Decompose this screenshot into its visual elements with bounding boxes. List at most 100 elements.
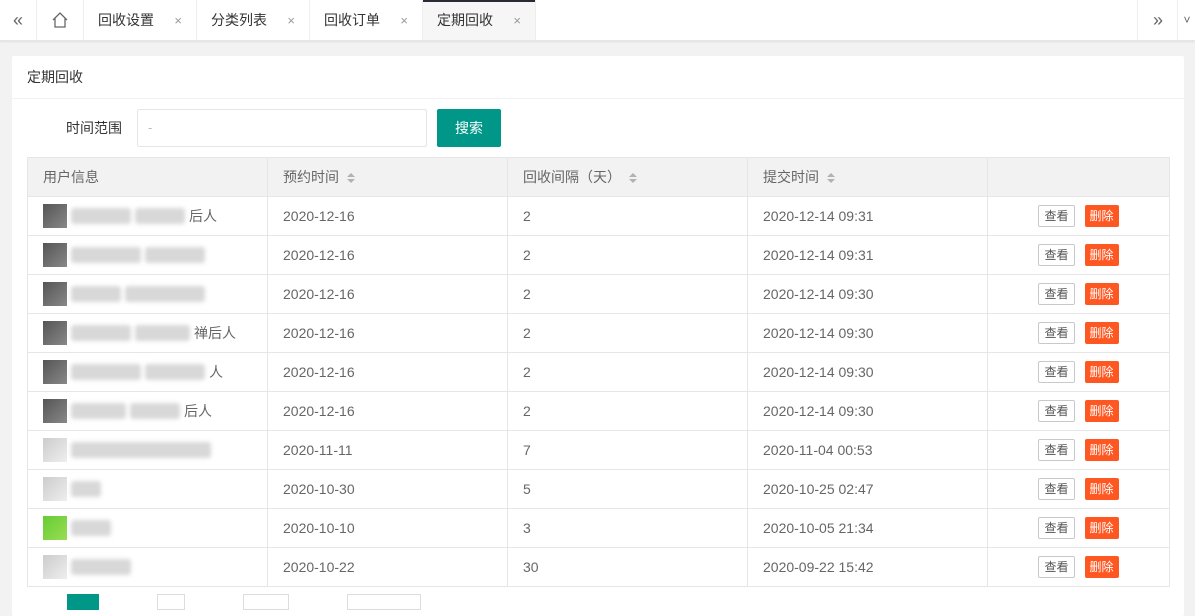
data-table: 用户信息 预约时间 回收间隔（天） 提交时间 后人 2020-12-16 2 2020…	[27, 157, 1170, 587]
user-info: 后人	[43, 204, 252, 228]
user-info-cell: 人	[27, 352, 268, 392]
delete-button[interactable]: 删除	[1084, 517, 1119, 539]
col-interval[interactable]: 回收间隔（天）	[507, 157, 748, 197]
interval-cell: 2	[507, 313, 748, 353]
booking-time-cell: 2020-11-11	[267, 430, 508, 470]
redacted-text	[145, 364, 205, 380]
header-label: 回收间隔（天）	[523, 169, 621, 185]
delete-button[interactable]: 删除	[1084, 322, 1119, 344]
view-button[interactable]: 查看	[1038, 400, 1075, 422]
sort-icon[interactable]	[827, 173, 835, 184]
delete-button[interactable]: 删除	[1084, 283, 1119, 305]
submit-time-cell: 2020-12-14 09:30	[747, 313, 988, 353]
home-icon[interactable]	[37, 0, 84, 40]
submit-time-cell: 2020-12-14 09:31	[747, 235, 988, 275]
redacted-text	[135, 208, 185, 224]
actions-cell: 查看 删除	[987, 196, 1170, 236]
close-icon[interactable]: ×	[400, 13, 408, 28]
double-chevron-left-icon[interactable]: «	[0, 0, 37, 40]
user-info: 禅后人	[43, 321, 252, 345]
submit-time-cell: 2020-10-25 02:47	[747, 469, 988, 509]
card-title: 定期回收	[12, 56, 1184, 99]
actions-cell: 查看 删除	[987, 274, 1170, 314]
interval-cell: 3	[507, 508, 748, 548]
user-info: 人	[43, 360, 252, 384]
tab-label: 回收订单	[324, 12, 380, 28]
view-button[interactable]: 查看	[1038, 361, 1075, 383]
interval-cell: 2	[507, 391, 748, 431]
sort-icon[interactable]	[629, 173, 637, 184]
redacted-text	[125, 286, 205, 302]
avatar	[43, 516, 67, 540]
search-button[interactable]: 搜索	[437, 109, 501, 147]
actions-cell: 查看 删除	[987, 430, 1170, 470]
view-button[interactable]: 查看	[1038, 322, 1075, 344]
col-submit-time[interactable]: 提交时间	[747, 157, 988, 197]
actions-cell: 查看 删除	[987, 235, 1170, 275]
sort-icon[interactable]	[347, 173, 355, 184]
booking-time-cell: 2020-12-16	[267, 391, 508, 431]
tab-label: 分类列表	[211, 12, 267, 28]
tab-recycle-orders[interactable]: 回收订单 ×	[310, 0, 423, 40]
view-button[interactable]: 查看	[1038, 478, 1075, 500]
view-button[interactable]: 查看	[1038, 205, 1075, 227]
delete-button[interactable]: 删除	[1084, 439, 1119, 461]
tab-recycle-settings[interactable]: 回收设置 ×	[84, 0, 197, 40]
submit-time-cell: 2020-12-14 09:30	[747, 352, 988, 392]
view-button[interactable]: 查看	[1038, 283, 1075, 305]
redacted-text	[71, 520, 111, 536]
interval-cell: 2	[507, 235, 748, 275]
user-name: 后人	[184, 403, 212, 419]
col-booking-time[interactable]: 预约时间	[267, 157, 508, 197]
submit-time-cell: 2020-12-14 09:30	[747, 391, 988, 431]
submit-time-cell: 2020-12-14 09:30	[747, 274, 988, 314]
delete-button[interactable]: 删除	[1084, 478, 1119, 500]
close-icon[interactable]: ×	[287, 13, 295, 28]
interval-cell: 2	[507, 196, 748, 236]
table-row: 后人 2020-12-16 2 2020-12-14 09:31 查看 删除	[27, 196, 1170, 236]
page-item[interactable]	[243, 594, 289, 610]
table-row: 2020-10-30 5 2020-10-25 02:47 查看 删除	[27, 469, 1170, 509]
col-user-info: 用户信息	[27, 157, 268, 197]
tab-category-list[interactable]: 分类列表 ×	[197, 0, 310, 40]
delete-button[interactable]: 删除	[1084, 400, 1119, 422]
submit-time-cell: 2020-10-05 21:34	[747, 508, 988, 548]
view-button[interactable]: 查看	[1038, 517, 1075, 539]
user-info	[43, 243, 252, 267]
delete-button[interactable]: 删除	[1084, 205, 1119, 227]
interval-cell: 2	[507, 274, 748, 314]
user-info-cell: 后人	[27, 196, 268, 236]
actions-cell: 查看 删除	[987, 469, 1170, 509]
actions-cell: 查看 删除	[987, 313, 1170, 353]
page-item[interactable]	[347, 594, 421, 610]
chevron-down-icon[interactable]: ˅	[1177, 0, 1195, 40]
delete-button[interactable]: 删除	[1084, 244, 1119, 266]
table-row: 2020-11-11 7 2020-11-04 00:53 查看 删除	[27, 430, 1170, 470]
close-icon[interactable]: ×	[513, 13, 521, 28]
content-card: 定期回收 时间范围 - 搜索 用户信息 预约时间 回收间隔（天） 提交时间 后人…	[12, 56, 1184, 616]
view-button[interactable]: 查看	[1038, 556, 1075, 578]
user-name: 人	[209, 364, 223, 380]
view-button[interactable]: 查看	[1038, 244, 1075, 266]
delete-button[interactable]: 删除	[1084, 556, 1119, 578]
tab-scheduled-recycle[interactable]: 定期回收 ×	[423, 0, 536, 40]
redacted-text	[71, 403, 126, 419]
user-info-cell: 禅后人	[27, 313, 268, 353]
delete-button[interactable]: 删除	[1084, 361, 1119, 383]
close-icon[interactable]: ×	[174, 13, 182, 28]
avatar	[43, 243, 67, 267]
time-range-input[interactable]: -	[137, 109, 427, 147]
table-row: 2020-12-16 2 2020-12-14 09:31 查看 删除	[27, 235, 1170, 275]
user-info	[43, 282, 252, 306]
avatar	[43, 399, 67, 423]
page-item[interactable]	[157, 594, 185, 610]
table-header-row: 用户信息 预约时间 回收间隔（天） 提交时间	[27, 157, 1170, 197]
pagination	[67, 594, 479, 610]
redacted-text	[145, 247, 205, 263]
view-button[interactable]: 查看	[1038, 439, 1075, 461]
avatar	[43, 555, 67, 579]
tab-label: 回收设置	[98, 12, 154, 28]
page-current[interactable]	[67, 594, 99, 610]
double-chevron-right-icon[interactable]: »	[1137, 0, 1178, 40]
booking-time-cell: 2020-12-16	[267, 274, 508, 314]
